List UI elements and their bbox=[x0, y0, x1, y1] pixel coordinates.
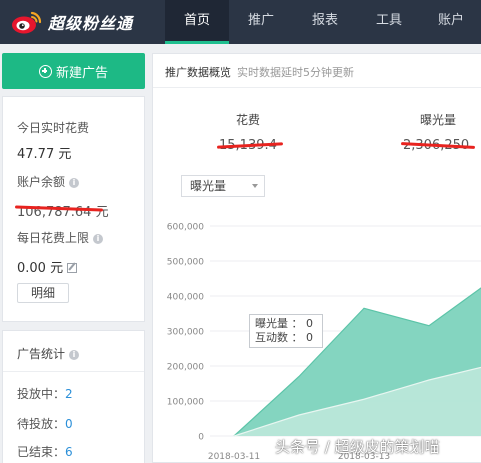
nav-account[interactable]: 账户 bbox=[421, 0, 481, 44]
info-icon[interactable]: i bbox=[93, 234, 104, 244]
daily-limit-value: 0.00 元 bbox=[17, 261, 64, 276]
y-tick-label: 100,000 bbox=[167, 398, 204, 408]
nav-home[interactable]: 首页 bbox=[165, 0, 229, 44]
metric-spend-label: 花费 bbox=[236, 113, 261, 127]
stat-active[interactable]: 投放中：2 bbox=[17, 385, 73, 402]
y-tick-label: 600,000 bbox=[167, 223, 204, 233]
chevron-down-icon bbox=[252, 184, 258, 188]
balance-label-row: 账户余额 i bbox=[17, 173, 80, 190]
tooltip-interaction: 互动数 ： 0 bbox=[255, 331, 313, 344]
metric-select[interactable]: 曝光量 bbox=[181, 175, 265, 197]
y-tick-label: 0 bbox=[198, 433, 204, 443]
panel-subtitle: 实时数据延时5分钟更新 bbox=[237, 66, 354, 79]
stat-pending[interactable]: 待投放：0 bbox=[17, 415, 73, 432]
chart-tooltip: 曝光量 ： 0 互动数 ： 0 bbox=[249, 314, 323, 348]
stat-label: 待投放： bbox=[17, 417, 66, 431]
edit-icon[interactable] bbox=[67, 263, 78, 273]
watermark: 头条号 / 超级皮的策划喵 bbox=[275, 438, 440, 456]
spend-today-value: 47.77 元 bbox=[17, 147, 72, 162]
y-tick-label: 500,000 bbox=[167, 258, 204, 268]
logo[interactable]: 超级粉丝通 bbox=[10, 8, 133, 36]
stat-label: 已结束： bbox=[17, 445, 66, 459]
x-tick-label: 2018-03-11 bbox=[208, 452, 260, 462]
account-summary-card: 今日实时花费 47.77 元 账户余额 i 106,787.64 元 每日花费上限… bbox=[2, 96, 145, 322]
nav-tools[interactable]: 工具 bbox=[357, 0, 421, 44]
daily-limit-label: 每日花费上限 bbox=[17, 231, 90, 245]
metric-exposure-label: 曝光量 bbox=[420, 113, 457, 127]
daily-limit-label-row: 每日花费上限 i bbox=[17, 229, 104, 246]
y-axis-labels: 600,000 500,000 400,000 300,000 200,000 100,0… bbox=[167, 223, 204, 443]
spend-today-label: 今日实时花费 bbox=[17, 121, 90, 135]
stat-ended[interactable]: 已结束：6 bbox=[17, 443, 73, 460]
divider bbox=[3, 371, 144, 372]
top-bar: 超级粉丝通 首页 推广 报表 工具 账户 bbox=[0, 0, 481, 44]
panel-header: 推广数据概览 实时数据延时5分钟更新 bbox=[165, 64, 354, 80]
info-icon[interactable]: i bbox=[69, 178, 80, 188]
tooltip-exposure: 曝光量 ： 0 bbox=[255, 317, 313, 330]
daily-limit-row: 0.00 元 bbox=[17, 257, 78, 276]
stats-title-row: 广告统计 i bbox=[17, 345, 80, 362]
y-tick-label: 300,000 bbox=[167, 328, 204, 338]
detail-button[interactable]: 明细 bbox=[17, 283, 69, 303]
new-ad-button[interactable]: 新建广告 bbox=[2, 53, 145, 89]
metric-select-value: 曝光量 bbox=[190, 179, 227, 193]
stats-title: 广告统计 bbox=[17, 347, 66, 361]
plus-circle-icon bbox=[38, 64, 52, 78]
nav-reports[interactable]: 报表 bbox=[293, 0, 357, 44]
stat-value[interactable]: 2 bbox=[65, 387, 73, 401]
y-tick-label: 200,000 bbox=[167, 363, 204, 373]
stat-value[interactable]: 0 bbox=[65, 417, 73, 431]
y-tick-label: 400,000 bbox=[167, 293, 204, 303]
stat-label: 投放中： bbox=[17, 387, 66, 401]
main-nav: 首页 推广 报表 工具 账户 bbox=[165, 0, 481, 44]
weibo-logo-icon bbox=[10, 8, 44, 36]
info-icon[interactable]: i bbox=[69, 350, 80, 360]
balance-label: 账户余额 bbox=[17, 175, 66, 189]
panel-title: 推广数据概览 bbox=[165, 66, 231, 79]
stat-value[interactable]: 6 bbox=[65, 445, 73, 459]
ad-stats-card: 广告统计 i 投放中：2 待投放：0 已结束：6 bbox=[2, 330, 145, 463]
nav-promotion[interactable]: 推广 bbox=[229, 0, 293, 44]
logo-text: 超级粉丝通 bbox=[48, 14, 134, 33]
new-ad-label: 新建广告 bbox=[55, 65, 108, 81]
divider bbox=[153, 87, 481, 88]
